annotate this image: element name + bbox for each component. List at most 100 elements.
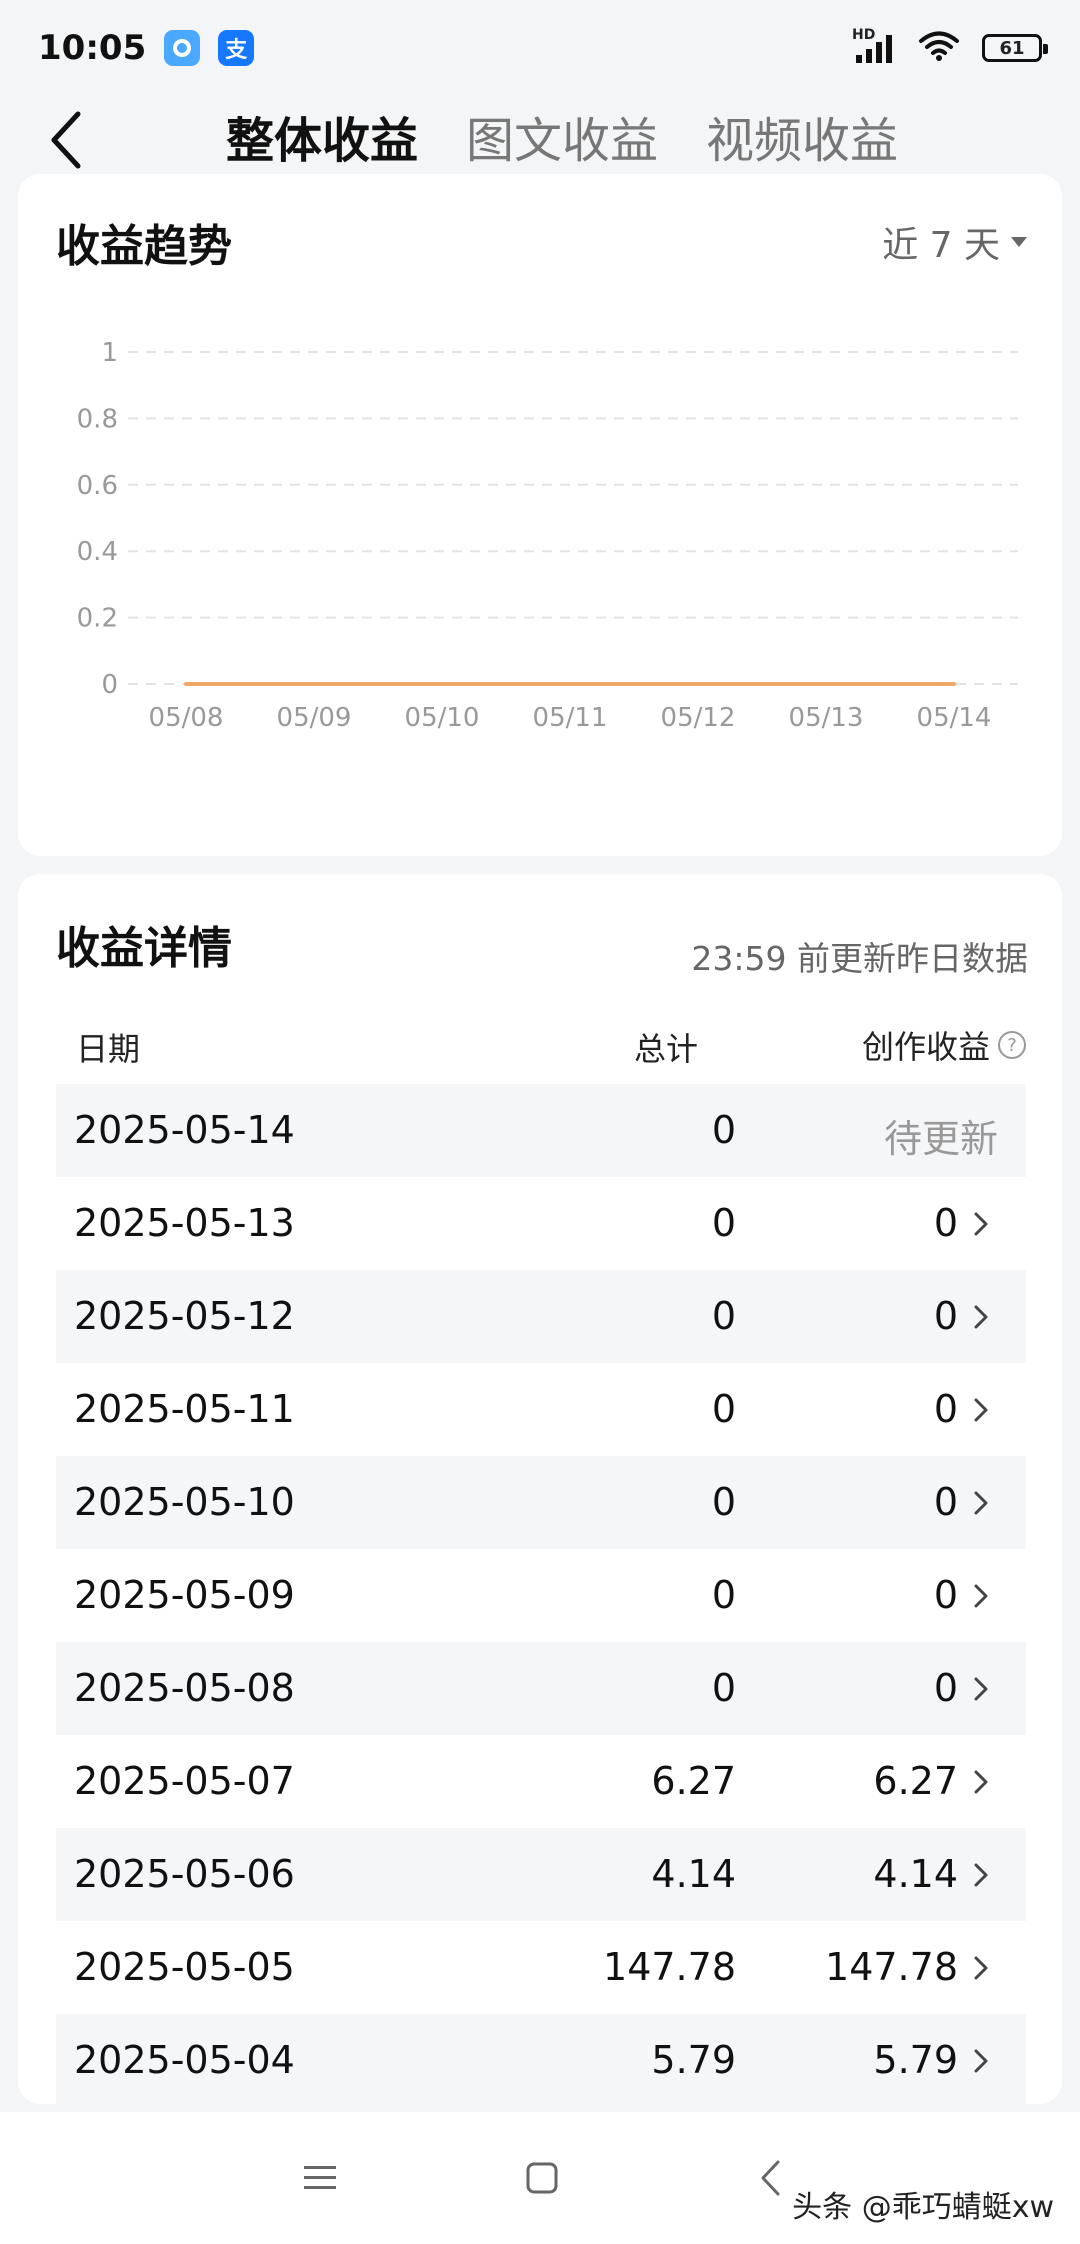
row-total: 5.79 <box>651 2038 736 2082</box>
chevron-right-icon <box>974 1398 988 1422</box>
table-row[interactable]: 2025-05-05 147.78 147.78 <box>56 1921 1026 2014</box>
table-row[interactable]: 2025-05-10 0 0 <box>56 1456 1026 1549</box>
row-total: 147.78 <box>603 1945 736 1989</box>
table-row: 2025-05-14 0 待更新 <box>56 1084 1026 1177</box>
row-total: 0 <box>711 1294 736 1338</box>
row-creation-revenue: 147.78 <box>825 1945 958 1989</box>
revenue-rows: 2025-05-14 0 待更新 2025-05-13 0 0 2025-05-12 0 0 20… <box>56 1084 1026 2104</box>
table-row[interactable]: 2025-05-11 0 0 <box>56 1363 1026 1456</box>
row-date: 2025-05-12 <box>74 1294 295 1338</box>
trend-title: 收益趋势 <box>56 221 232 272</box>
row-creation-revenue: 待更新 <box>883 1117 998 1161</box>
chevron-right-icon <box>974 1956 988 1980</box>
menu-button[interactable] <box>290 2156 350 2200</box>
column-date: 日期 <box>76 1030 141 1068</box>
row-date: 2025-05-13 <box>74 1201 295 1245</box>
row-date: 2025-05-05 <box>74 1945 295 1989</box>
table-row[interactable]: 2025-05-07 6.27 6.27 <box>56 1735 1026 1828</box>
row-total: 0 <box>711 1108 736 1152</box>
table-row[interactable]: 2025-05-12 0 0 <box>56 1270 1026 1363</box>
row-date: 2025-05-07 <box>74 1759 295 1803</box>
system-back-button[interactable] <box>740 2156 800 2200</box>
chevron-right-icon <box>974 1770 988 1794</box>
x-tick-label: 05/08 <box>149 703 224 733</box>
x-tick-label: 05/12 <box>661 703 736 733</box>
row-creation-revenue: 0 <box>933 1294 958 1338</box>
row-total: 0 <box>711 1201 736 1245</box>
table-row[interactable]: 2025-05-06 4.14 4.14 <box>56 1828 1026 1921</box>
chevron-left-icon <box>51 111 81 169</box>
table-row[interactable]: 2025-05-13 0 0 <box>56 1177 1026 1270</box>
row-total: 0 <box>711 1387 736 1431</box>
row-creation-revenue: 4.14 <box>873 1852 958 1896</box>
y-tick-label: 0.8 <box>77 404 118 434</box>
y-tick-label: 0.2 <box>77 604 118 634</box>
table-row[interactable]: 2025-05-04 5.79 5.79 <box>56 2014 1026 2104</box>
x-tick-label: 05/09 <box>277 703 352 733</box>
chevron-right-icon <box>974 1677 988 1701</box>
row-creation-revenue: 0 <box>933 1573 958 1617</box>
row-date: 2025-05-04 <box>74 2038 295 2082</box>
row-total: 0 <box>711 1573 736 1617</box>
y-tick-label: 1 <box>101 338 118 368</box>
row-total: 0 <box>711 1480 736 1524</box>
row-creation-revenue: 0 <box>933 1201 958 1245</box>
battery-indicator: 61 <box>982 34 1048 62</box>
row-total: 6.27 <box>651 1759 736 1803</box>
row-creation-revenue: 0 <box>933 1387 958 1431</box>
y-tick-label: 0.4 <box>77 537 118 567</box>
status-time: 10:05 <box>38 28 147 68</box>
chevron-right-icon <box>974 2049 988 2073</box>
table-row[interactable]: 2025-05-08 0 0 <box>56 1642 1026 1735</box>
period-label: 近 7 天 <box>882 225 1000 266</box>
wifi-icon <box>918 30 960 66</box>
row-creation-revenue: 6.27 <box>873 1759 958 1803</box>
column-total: 总计 <box>633 1030 698 1068</box>
trend-chart: 1 0.8 0.6 0.4 0.2 0 05/08 05/09 05/10 05/11 05/12 0… <box>18 304 1062 824</box>
revenue-trend-card: 收益趋势 近 7 天 1 0.8 0.6 0.4 0.2 0 05/08 05/09 05/10… <box>18 174 1062 856</box>
tab-video-revenue[interactable]: 视频收益 <box>706 101 898 171</box>
menu-icon <box>304 2166 336 2189</box>
table-row[interactable]: 2025-05-09 0 0 <box>56 1549 1026 1642</box>
y-tick-label: 0 <box>101 670 118 700</box>
row-creation-revenue: 5.79 <box>873 2038 958 2082</box>
watermark: 头条 @乖巧蜻蜓xw <box>792 2190 1054 2225</box>
row-date: 2025-05-11 <box>74 1387 295 1431</box>
x-tick-label: 05/13 <box>789 703 864 733</box>
row-total: 0 <box>711 1666 736 1710</box>
back-button[interactable] <box>40 110 92 170</box>
tab-article-revenue[interactable]: 图文收益 <box>466 101 658 171</box>
column-creation: 创作收益 ? <box>862 1022 1026 1068</box>
update-note: 23:59 前更新昨日数据 <box>691 939 1028 978</box>
back-icon <box>761 2160 780 2196</box>
chevron-right-icon <box>974 1212 988 1236</box>
help-icon[interactable]: ? <box>998 1031 1026 1059</box>
tab-overall-revenue[interactable]: 整体收益 <box>226 101 418 171</box>
header: 整体收益 图文收益 视频收益 <box>0 96 1080 176</box>
row-date: 2025-05-08 <box>74 1666 295 1710</box>
home-button[interactable] <box>512 2156 572 2200</box>
notification-app-icon <box>164 30 201 66</box>
period-dropdown[interactable]: 近 7 天 <box>882 216 1028 268</box>
home-icon <box>526 2162 558 2194</box>
trend-chart-svg: 1 0.8 0.6 0.4 0.2 0 05/08 05/09 05/10 05/11 05/12 0… <box>77 338 1018 733</box>
chevron-right-icon <box>974 1863 988 1887</box>
chevron-right-icon <box>974 1584 988 1608</box>
detail-title: 收益详情 <box>56 923 232 974</box>
revenue-tabs: 整体收益 图文收益 视频收益 <box>226 96 898 176</box>
row-date: 2025-05-10 <box>74 1480 295 1524</box>
status-bar: 10:05 支 HD 61 <box>0 0 1080 96</box>
status-left: 10:05 支 <box>38 28 255 68</box>
alipay-icon: 支 <box>218 30 255 66</box>
x-tick-label: 05/14 <box>917 703 992 733</box>
chevron-right-icon <box>974 1491 988 1515</box>
row-date: 2025-05-09 <box>74 1573 295 1617</box>
row-date: 2025-05-06 <box>74 1852 295 1896</box>
x-tick-label: 05/10 <box>405 703 480 733</box>
x-tick-label: 05/11 <box>533 703 608 733</box>
caret-down-icon <box>1011 237 1027 247</box>
y-tick-label: 0.6 <box>77 471 118 501</box>
status-right: HD 61 <box>852 27 1048 66</box>
signal-icon: HD <box>852 27 896 65</box>
row-date: 2025-05-14 <box>74 1108 295 1152</box>
